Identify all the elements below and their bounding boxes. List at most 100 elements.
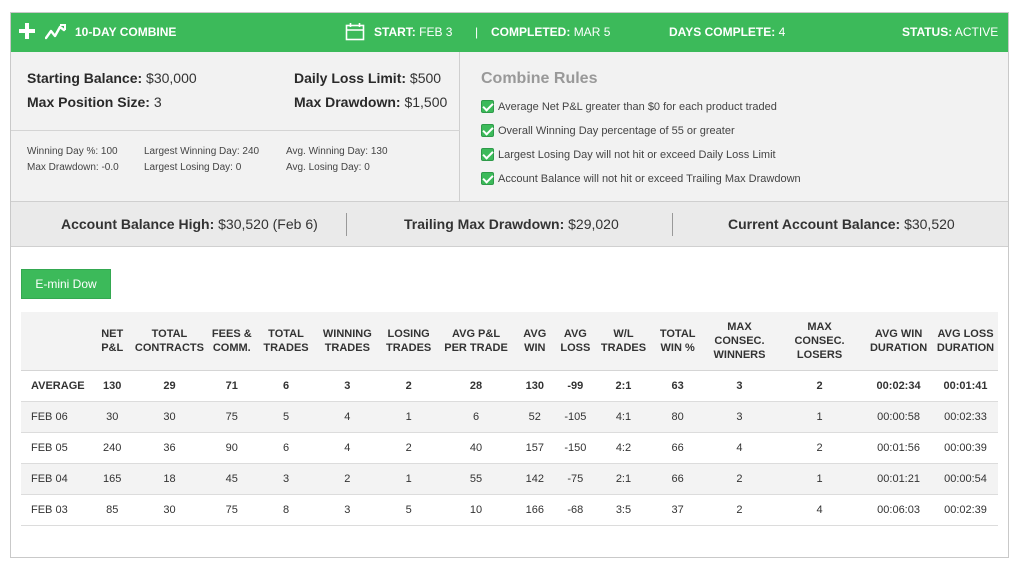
table-cell: 00:00:39 [933, 432, 998, 464]
table-cell: 2 [379, 370, 438, 402]
table-cell: 1 [774, 401, 865, 433]
column-header [21, 312, 92, 371]
account-balance-high: Account Balance High: $30,520 (Feb 6) [61, 216, 318, 232]
column-header: TOTAL WIN % [651, 312, 705, 371]
rules-title: Combine Rules [481, 70, 598, 87]
table-cell: 4 [314, 401, 380, 433]
table-cell: 10 [437, 494, 515, 526]
start-date: START: FEB 3 [374, 25, 453, 39]
table-cell: 00:01:56 [864, 432, 934, 464]
stat-max-drawdown: Max Drawdown: -0.0 [27, 162, 119, 173]
checkbox-checked-icon [481, 124, 494, 137]
rule-item: Account Balance will not hit or exceed T… [481, 172, 801, 186]
table-cell: 5 [257, 401, 315, 433]
table-cell: 00:02:33 [933, 401, 998, 433]
table-cell: 3 [704, 370, 775, 402]
current-account-balance: Current Account Balance: $30,520 [728, 216, 955, 232]
trend-chart-icon [44, 13, 67, 52]
table-cell: 157 [514, 432, 556, 464]
table-cell: 3:5 [595, 494, 652, 526]
table-cell: 1 [379, 463, 438, 495]
balance-divider [672, 213, 673, 236]
table-cell: 00:00:58 [864, 401, 934, 433]
rule-item: Largest Losing Day will not hit or excee… [481, 148, 776, 162]
table-cell: 30 [91, 401, 133, 433]
table-row: FEB 06 30 30 75 5 4 1 6 52 -105 4:1 80 3 1 00:00:58 00:… [21, 401, 998, 433]
table-cell: 30 [132, 401, 207, 433]
table-row: FEB 03 85 30 75 8 3 5 10 166 -68 3:5 37 2 4 00:06:03 00… [21, 494, 998, 526]
table-cell: 2 [704, 463, 775, 495]
table-cell: 130 [514, 370, 556, 402]
rule-item: Average Net P&L greater than $0 for each… [481, 100, 777, 114]
days-complete: DAYS COMPLETE: 4 [669, 25, 786, 39]
checkbox-checked-icon [481, 172, 494, 185]
table-cell: 6 [257, 432, 315, 464]
column-header: WINNING TRADES [314, 312, 380, 371]
table-cell: 142 [514, 463, 556, 495]
balance-bar: Account Balance High: $30,520 (Feb 6) Tr… [11, 202, 1008, 247]
daily-stats-table: NET P&L TOTAL CONTRACTS FEES & COMM. TOTAL TRAD… [21, 312, 998, 526]
column-header: AVG LOSS [555, 312, 596, 371]
table-cell: -68 [555, 494, 596, 526]
table-cell: 5 [379, 494, 438, 526]
row-date: FEB 06 [21, 401, 92, 433]
avg-losing-day: Avg. Losing Day: 0 [286, 162, 370, 173]
plus-icon[interactable] [19, 23, 35, 39]
table-cell: -75 [555, 463, 596, 495]
table-cell: 00:00:54 [933, 463, 998, 495]
column-header: NET P&L [91, 312, 133, 371]
table-cell: 4 [704, 432, 775, 464]
table-cell: 80 [651, 401, 705, 433]
table-cell: 85 [91, 494, 133, 526]
column-header: AVG LOSS DURATION [933, 312, 998, 371]
row-date: FEB 04 [21, 463, 92, 495]
column-header: W/L TRADES [595, 312, 652, 371]
trailing-max-drawdown: Trailing Max Drawdown: $29,020 [404, 216, 619, 232]
table-cell: 2:1 [595, 463, 652, 495]
table-cell: -105 [555, 401, 596, 433]
column-header: AVG WIN DURATION [864, 312, 934, 371]
starting-balance: Starting Balance: $30,000 [27, 70, 197, 86]
column-header: AVG WIN [514, 312, 556, 371]
table-cell: 63 [651, 370, 705, 402]
table-cell: 90 [206, 432, 258, 464]
combine-title: 10-DAY COMBINE [75, 25, 177, 39]
table-cell: 6 [257, 370, 315, 402]
table-cell: 66 [651, 432, 705, 464]
table-row: FEB 04 165 18 45 3 2 1 55 142 -75 2:1 66 2 1 00:01:21 0… [21, 463, 998, 495]
table-cell: 71 [206, 370, 258, 402]
column-header: FEES & COMM. [206, 312, 258, 371]
table-cell: 66 [651, 463, 705, 495]
table-cell: -99 [555, 370, 596, 402]
table-cell: 45 [206, 463, 258, 495]
table-cell: 1 [774, 463, 865, 495]
calendar-icon [345, 13, 365, 52]
row-date: FEB 05 [21, 432, 92, 464]
product-button-emini-dow[interactable]: E-mini Dow [21, 269, 111, 299]
table-cell: 29 [132, 370, 207, 402]
combine-panel: 10-DAY COMBINE START: FEB 3 | COMPLETED:… [10, 12, 1009, 558]
largest-winning-day: Largest Winning Day: 240 [144, 146, 260, 157]
table-cell: 4:2 [595, 432, 652, 464]
combine-rules: Combine Rules Average Net P&L greater th… [461, 52, 1008, 202]
table-cell: 130 [91, 370, 133, 402]
table-cell: 8 [257, 494, 315, 526]
table-cell: 00:01:21 [864, 463, 934, 495]
column-header: TOTAL TRADES [257, 312, 315, 371]
table-cell: 18 [132, 463, 207, 495]
table-cell: 40 [437, 432, 515, 464]
table-cell: 37 [651, 494, 705, 526]
winning-day-pct: Winning Day %: 100 [27, 146, 118, 157]
table-cell: 30 [132, 494, 207, 526]
table-cell: 6 [437, 401, 515, 433]
column-header: MAX CONSEC. WINNERS [704, 312, 775, 371]
table-cell: 2 [774, 370, 865, 402]
balance-divider [346, 213, 347, 236]
checkbox-checked-icon [481, 100, 494, 113]
rule-item: Overall Winning Day percentage of 55 or … [481, 124, 735, 138]
table-cell: 36 [132, 432, 207, 464]
largest-losing-day: Largest Losing Day: 0 [144, 162, 242, 173]
summary-panel: Starting Balance: $30,000 Max Position S… [11, 52, 1008, 202]
table-cell: 2 [774, 432, 865, 464]
summary-divider [11, 130, 460, 131]
